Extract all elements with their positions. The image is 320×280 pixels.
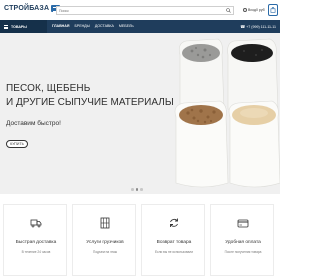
catalog-button[interactable]: ТОВАРЫ — [0, 20, 47, 33]
feature-title: Услуги грузчиков — [86, 240, 124, 245]
slider-dot-3[interactable] — [140, 188, 143, 191]
slider-dot-1[interactable] — [131, 188, 134, 191]
feature-subtitle: После получения товара — [224, 250, 262, 254]
hero-banner: ПЕСОК, ЩЕБЕНЬ И ДРУГИЕ СЫПУЧИЕ МАТЕРИАЛЫ… — [0, 33, 280, 194]
feature-card-payment: Удобная оплата После получения товара — [210, 204, 274, 276]
feature-card-delivery: Быстрая доставка В течение 24 часов — [3, 204, 67, 276]
truck-icon — [30, 219, 42, 228]
hero-subtitle: Доставим быстро! — [6, 120, 61, 127]
features-row: Быстрая доставка В течение 24 часов Услу… — [0, 204, 280, 276]
nav-link-home[interactable]: Главная — [52, 24, 69, 28]
nav-link-furniture[interactable]: Мебель — [119, 24, 134, 28]
slider-dots — [131, 188, 143, 191]
feature-title: Удобная оплата — [225, 240, 261, 245]
card-icon — [237, 219, 249, 228]
catalog-label: ТОВАРЫ — [11, 24, 27, 29]
search-input[interactable] — [59, 7, 219, 14]
cart-button[interactable] — [268, 4, 278, 16]
material-sacks-image — [174, 38, 280, 188]
feature-card-movers: Услуги грузчиков Подъем на этаж — [72, 204, 136, 276]
site-logo[interactable]: СТРОЙБАЗА — [4, 5, 61, 12]
hero-title-second-line: И ДРУГИЕ СЫПУЧИЕ МАТЕРИАЛЫ — [6, 97, 174, 108]
top-header: СТРОЙБАЗА Вход 0 руб — [0, 0, 280, 20]
refresh-icon — [170, 218, 178, 227]
cart-total: 0 руб — [256, 8, 265, 12]
feature-title: Быстрая доставка — [15, 240, 57, 245]
phone-number: +7 (999) 111-11-11 — [246, 24, 276, 29]
slider-dot-2[interactable] — [135, 188, 138, 191]
feature-card-return: Возврат товара Если вы не использовали — [141, 204, 205, 276]
hero-title: ПЕСОК, ЩЕБЕНЬ — [6, 83, 91, 94]
search-icon[interactable] — [226, 8, 231, 13]
search-box — [56, 6, 234, 15]
menu-icon — [4, 24, 8, 29]
nav-links: Главная Бренды Доставка Мебель — [52, 24, 134, 28]
nav-link-delivery[interactable]: Доставка — [95, 24, 114, 28]
login-link[interactable]: Вход — [243, 8, 256, 12]
login-label: Вход — [248, 8, 256, 12]
hero-buy-button[interactable]: Купить — [6, 140, 28, 148]
feature-subtitle: В течение 24 часов — [21, 250, 51, 254]
feature-subtitle: Подъем на этаж — [93, 250, 117, 254]
user-icon — [243, 8, 247, 12]
feature-title: Возврат товара — [156, 240, 192, 245]
phone-icon: ☎ — [240, 24, 246, 29]
box-icon — [100, 217, 110, 229]
phone-link[interactable]: ☎ +7 (999) 111-11-11 — [240, 24, 276, 29]
feature-subtitle: Если вы не использовали — [154, 250, 194, 254]
logo-text: СТРОЙБАЗА — [4, 5, 50, 12]
shopping-bag-icon — [270, 7, 276, 13]
nav-link-brands[interactable]: Бренды — [74, 24, 89, 28]
main-nav: ТОВАРЫ Главная Бренды Доставка Мебель ☎ … — [0, 20, 280, 33]
